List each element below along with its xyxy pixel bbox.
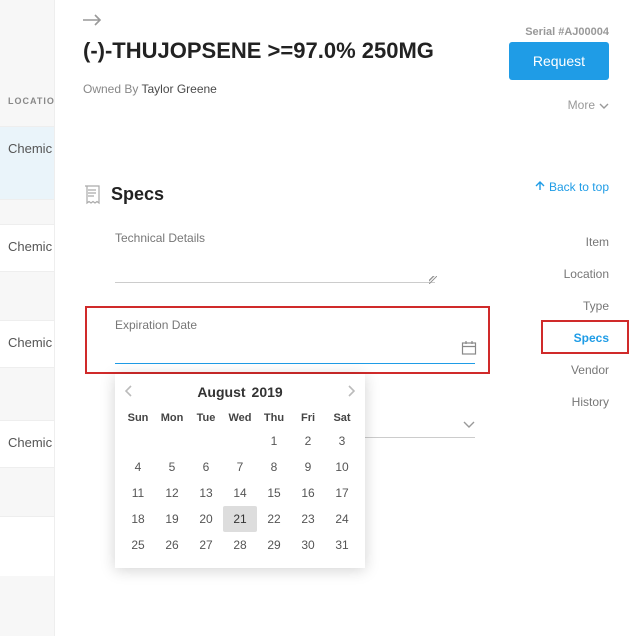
calendar-day[interactable]: 5 [155, 454, 189, 480]
calendar-icon[interactable] [461, 340, 477, 361]
calendar-day[interactable]: 17 [325, 480, 359, 506]
calendar-title: August 2019 [197, 384, 282, 400]
calendar-day[interactable]: 12 [155, 480, 189, 506]
sidebar-header: LOCATIO [8, 96, 55, 106]
calendar-day[interactable]: 6 [189, 454, 223, 480]
technical-details-input[interactable] [115, 269, 435, 283]
calendar-day[interactable]: 9 [291, 454, 325, 480]
more-toggle[interactable]: More [568, 98, 609, 112]
owned-by-label: Owned By [83, 82, 138, 96]
owner-link[interactable]: Taylor Greene [141, 82, 216, 96]
calendar-day[interactable]: 16 [291, 480, 325, 506]
weekday-header: Thu [257, 408, 291, 428]
calendar-day[interactable]: 23 [291, 506, 325, 532]
date-picker: August2019 SunMonTueWedThuFriSat12345678… [115, 374, 365, 568]
receipt-icon [83, 185, 101, 205]
nav-item-history[interactable]: History [564, 386, 609, 418]
chevron-down-icon [599, 98, 609, 112]
more-label: More [568, 98, 595, 112]
arrow-right-icon[interactable] [83, 14, 103, 26]
calendar-day[interactable]: 24 [325, 506, 359, 532]
nav-item-location[interactable]: Location [564, 258, 609, 290]
weekday-header: Sun [121, 408, 155, 428]
expiration-input[interactable] [115, 340, 475, 364]
weekday-header: Sat [325, 408, 359, 428]
list-item[interactable]: Chemic [0, 126, 54, 200]
serial-number: Serial #AJ00004 [525, 26, 609, 38]
calendar-day[interactable]: 2 [291, 428, 325, 454]
expiration-label: Expiration Date [115, 318, 197, 332]
technical-details-label: Technical Details [115, 231, 497, 245]
specs-heading: Specs [111, 184, 164, 205]
calendar-day[interactable]: 29 [257, 532, 291, 558]
arrow-up-icon [535, 180, 545, 194]
calendar-day[interactable]: 31 [325, 532, 359, 558]
calendar-month: August [197, 384, 245, 400]
calendar-day[interactable]: 27 [189, 532, 223, 558]
calendar-day[interactable]: 18 [121, 506, 155, 532]
calendar-day[interactable]: 20 [189, 506, 223, 532]
list-item[interactable]: Chemic [0, 320, 54, 368]
weekday-header: Wed [223, 408, 257, 428]
section-nav: ItemLocationTypeSpecsVendorHistory [564, 226, 609, 418]
left-sidebar: LOCATIO Chemic Chemic Chemic Chemic [0, 0, 55, 636]
calendar-grid: SunMonTueWedThuFriSat1234567891011121314… [121, 408, 359, 558]
calendar-day[interactable]: 26 [155, 532, 189, 558]
calendar-day[interactable]: 3 [325, 428, 359, 454]
nav-item-item[interactable]: Item [564, 226, 609, 258]
calendar-day[interactable]: 21 [223, 506, 257, 532]
weekday-header: Fri [291, 408, 325, 428]
calendar-year: 2019 [252, 384, 283, 400]
specs-section: Back to top Specs Technical Details [83, 184, 497, 283]
list-item[interactable]: Chemic [0, 224, 54, 272]
calendar-day[interactable]: 30 [291, 532, 325, 558]
calendar-day[interactable]: 25 [121, 532, 155, 558]
nav-item-vendor[interactable]: Vendor [564, 354, 609, 386]
calendar-day[interactable]: 13 [189, 480, 223, 506]
prev-month-button[interactable] [125, 384, 133, 400]
chevron-down-icon [463, 416, 475, 434]
owned-by: Owned By Taylor Greene [83, 82, 217, 96]
list-item[interactable] [0, 516, 54, 576]
nav-item-specs[interactable]: Specs [564, 322, 609, 354]
page-title: (-)-THUJOPSENE >=97.0% 250MG [83, 38, 434, 64]
weekday-header: Tue [189, 408, 223, 428]
calendar-day[interactable]: 1 [257, 428, 291, 454]
calendar-day[interactable]: 7 [223, 454, 257, 480]
calendar-empty [155, 428, 189, 454]
calendar-empty [223, 428, 257, 454]
weekday-header: Mon [155, 408, 189, 428]
calendar-day[interactable]: 22 [257, 506, 291, 532]
calendar-day[interactable]: 8 [257, 454, 291, 480]
next-month-button[interactable] [347, 384, 355, 400]
list-item[interactable]: Chemic [0, 420, 54, 468]
calendar-day[interactable]: 4 [121, 454, 155, 480]
calendar-day[interactable]: 19 [155, 506, 189, 532]
calendar-day[interactable]: 14 [223, 480, 257, 506]
calendar-empty [189, 428, 223, 454]
nav-item-type[interactable]: Type [564, 290, 609, 322]
back-to-top-label: Back to top [549, 180, 609, 194]
calendar-day[interactable]: 15 [257, 480, 291, 506]
back-to-top[interactable]: Back to top [535, 180, 609, 194]
main-panel: Serial #AJ00004 (-)-THUJOPSENE >=97.0% 2… [55, 0, 637, 636]
calendar-day[interactable]: 11 [121, 480, 155, 506]
request-button[interactable]: Request [509, 42, 609, 80]
calendar-day[interactable]: 28 [223, 532, 257, 558]
calendar-empty [121, 428, 155, 454]
calendar-day[interactable]: 10 [325, 454, 359, 480]
